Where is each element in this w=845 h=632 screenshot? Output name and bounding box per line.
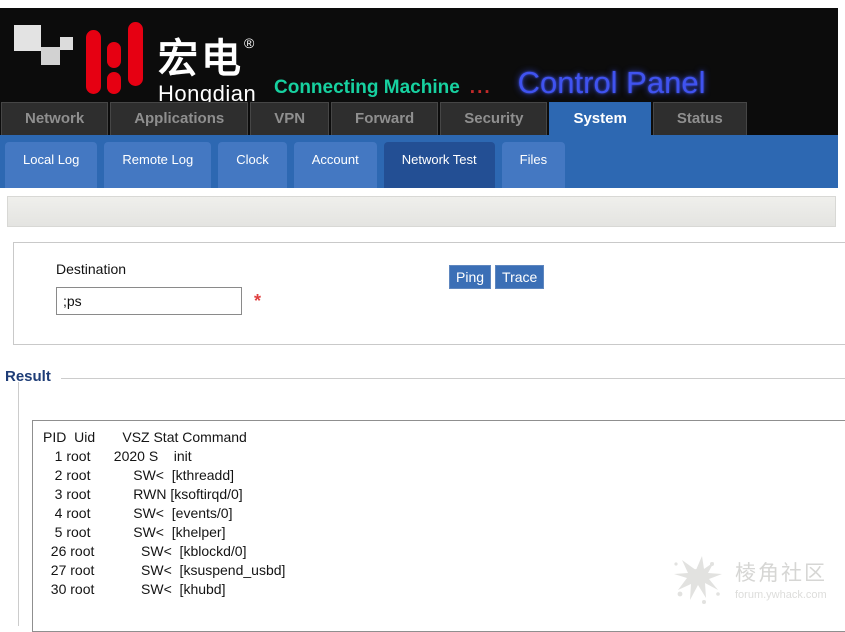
subtab-clock[interactable]: Clock (218, 142, 287, 188)
registered-mark: ® (244, 35, 254, 51)
result-legend: Result (5, 368, 61, 385)
result-output-box[interactable]: PID Uid VSZ Stat Command 1 root 2020 S i… (32, 420, 845, 632)
subtab-account[interactable]: Account (294, 142, 377, 188)
result-legend-row: Result (5, 368, 845, 385)
fieldset-left-border (18, 382, 19, 626)
sub-nav: Local Log Remote Log Clock Account Netwo… (0, 135, 838, 188)
network-test-form: Destination * Ping Trace (13, 242, 845, 345)
destination-label: Destination (56, 261, 126, 277)
trace-button[interactable]: Trace (495, 265, 544, 289)
action-buttons: Ping Trace (449, 265, 544, 289)
header: 宏电® Hongdian Connecting Machine ... Cont… (0, 8, 838, 135)
tab-status[interactable]: Status (653, 102, 747, 135)
required-asterisk: * (254, 291, 261, 312)
brand-chinese-name: 宏电® (158, 22, 256, 80)
subtab-local-log[interactable]: Local Log (5, 142, 97, 188)
brand-block: 宏电® Hongdian (158, 22, 256, 106)
tagline-text: Connecting Machine (274, 77, 460, 99)
subtab-files[interactable]: Files (502, 142, 565, 188)
tab-system[interactable]: System (549, 102, 650, 135)
destination-input[interactable] (56, 287, 242, 315)
subtab-remote-log[interactable]: Remote Log (104, 142, 211, 188)
legend-divider (61, 378, 845, 379)
process-list-output: PID Uid VSZ Stat Command 1 root 2020 S i… (43, 428, 839, 599)
tab-network[interactable]: Network (1, 102, 108, 135)
brand-cn-text: 宏电 (158, 37, 244, 81)
hongdian-h-logo-icon (86, 20, 150, 96)
tab-security[interactable]: Security (440, 102, 547, 135)
subtab-network-test[interactable]: Network Test (384, 142, 495, 188)
tab-applications[interactable]: Applications (110, 102, 248, 135)
tab-vpn[interactable]: VPN (250, 102, 329, 135)
section-header-bar (7, 196, 836, 227)
tagline-dots: ... (470, 77, 492, 99)
main-nav: Network Applications VPN Forward Securit… (0, 102, 838, 135)
header-tagline-row: Connecting Machine ... Control Panel (274, 65, 705, 101)
result-section: Result PID Uid VSZ Stat Command 1 root 2… (5, 368, 845, 626)
cascading-squares-icon (12, 16, 82, 68)
sub-tabs: Local Log Remote Log Clock Account Netwo… (5, 142, 565, 188)
control-panel-page: 宏电® Hongdian Connecting Machine ... Cont… (0, 0, 845, 620)
page-title: Control Panel (518, 65, 706, 101)
ping-button[interactable]: Ping (449, 265, 491, 289)
tab-forward[interactable]: Forward (331, 102, 438, 135)
